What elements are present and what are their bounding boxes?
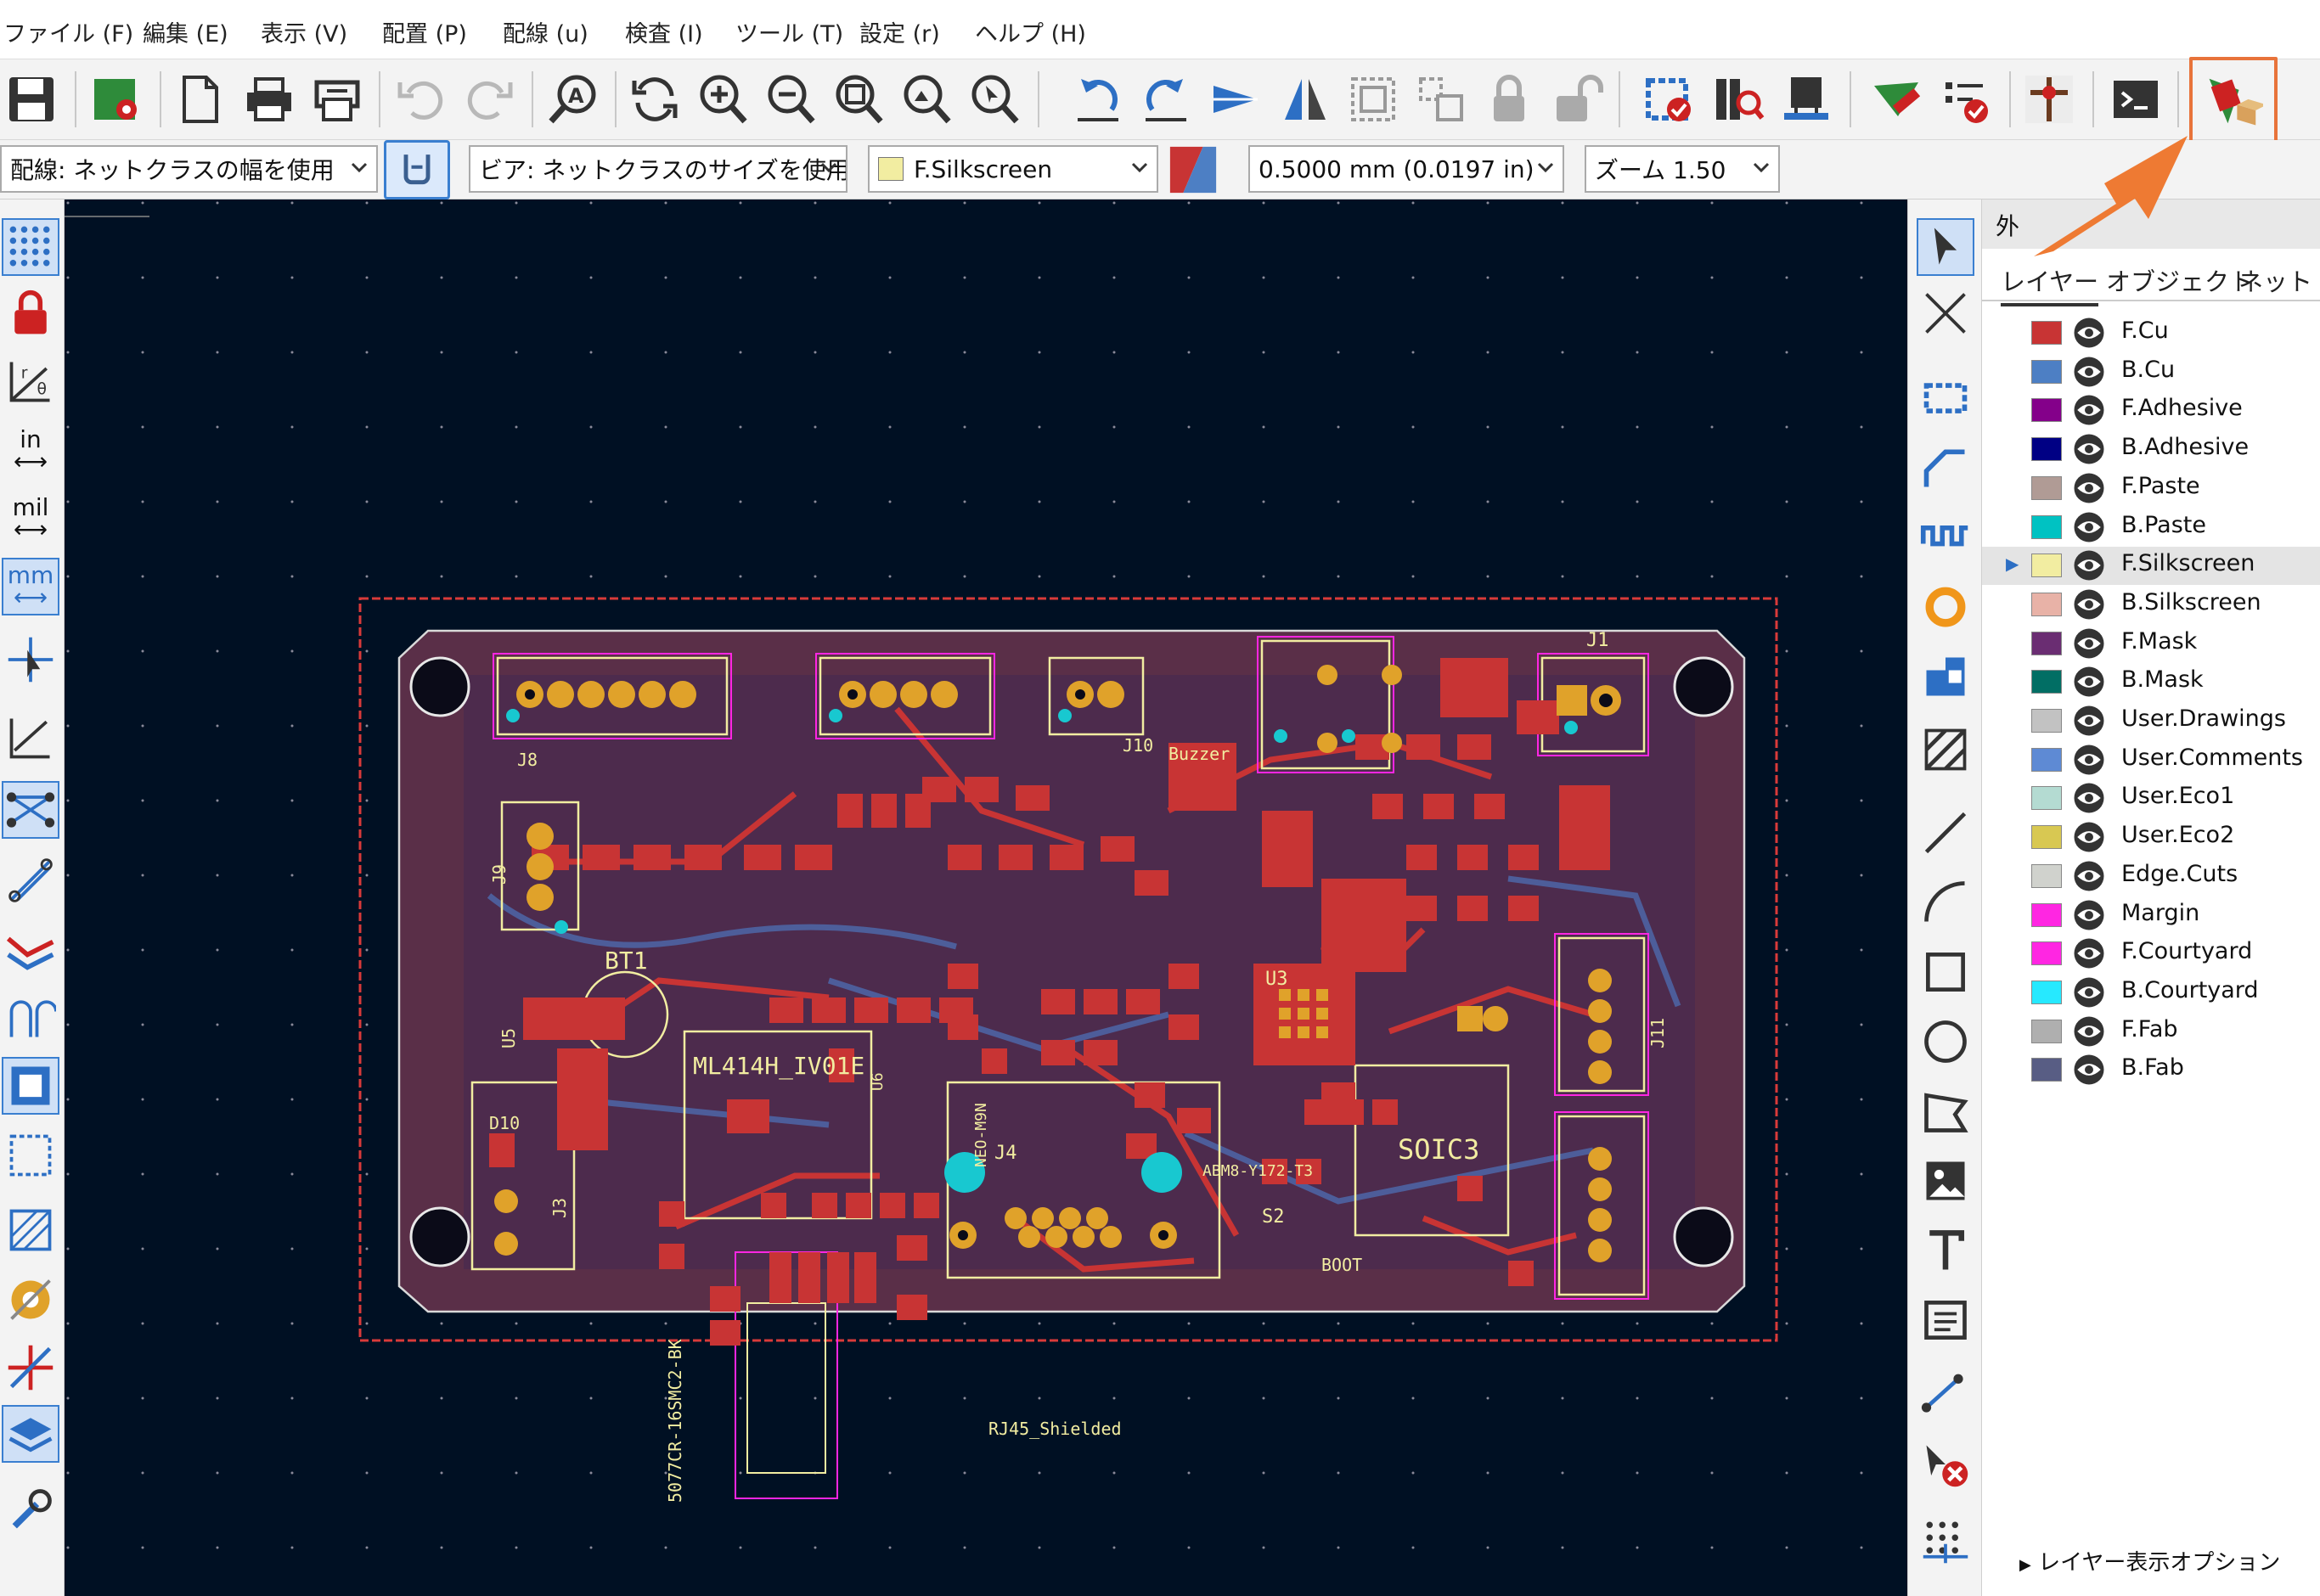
orange-arrow-icon — [2034, 136, 2188, 256]
annotation-overlay — [2034, 136, 2188, 256]
